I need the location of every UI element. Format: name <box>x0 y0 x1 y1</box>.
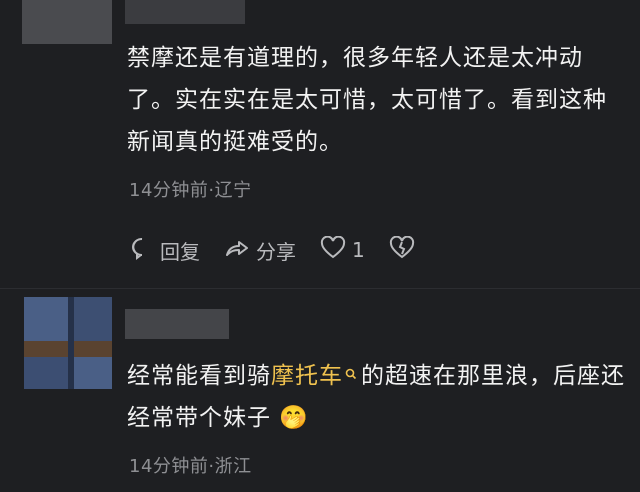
like-count: 1 <box>352 238 365 262</box>
comment-text: 经常能看到骑摩托车 的超速在那里浪，后座还经常带个妹子 🤭 <box>127 355 627 439</box>
avatar[interactable] <box>24 297 112 389</box>
share-icon <box>224 236 256 265</box>
share-label: 分享 <box>256 239 296 264</box>
avatar[interactable] <box>22 0 112 44</box>
broken-heart-icon <box>389 235 421 265</box>
share-button[interactable]: 分享 <box>224 236 296 265</box>
reply-icon <box>130 236 160 265</box>
reply-label: 回复 <box>160 239 200 264</box>
keyword-link-label: 摩托车 <box>271 363 343 389</box>
username-blurred[interactable] <box>125 309 229 339</box>
heart-icon <box>320 235 352 265</box>
search-icon <box>345 355 357 397</box>
username-blurred[interactable] <box>125 0 245 24</box>
like-button[interactable]: 1 <box>320 235 365 265</box>
emoji-icon: 🤭 <box>279 405 309 431</box>
comment-text-part: 经常能看到骑 <box>127 363 271 389</box>
dislike-button[interactable] <box>389 235 421 265</box>
divider <box>0 288 640 289</box>
comment-text: 禁摩还是有道理的，很多年轻人还是太冲动了。实在实在是太可惜，太可惜了。看到这种新… <box>127 45 607 155</box>
comment-actions: 回复 分享 1 <box>130 232 445 268</box>
reply-button[interactable]: 回复 <box>130 236 200 265</box>
comment-meta: 14分钟前·辽宁 <box>129 180 252 201</box>
comment-meta: 14分钟前·浙江 <box>129 456 252 477</box>
keyword-link[interactable]: 摩托车 <box>271 363 361 389</box>
